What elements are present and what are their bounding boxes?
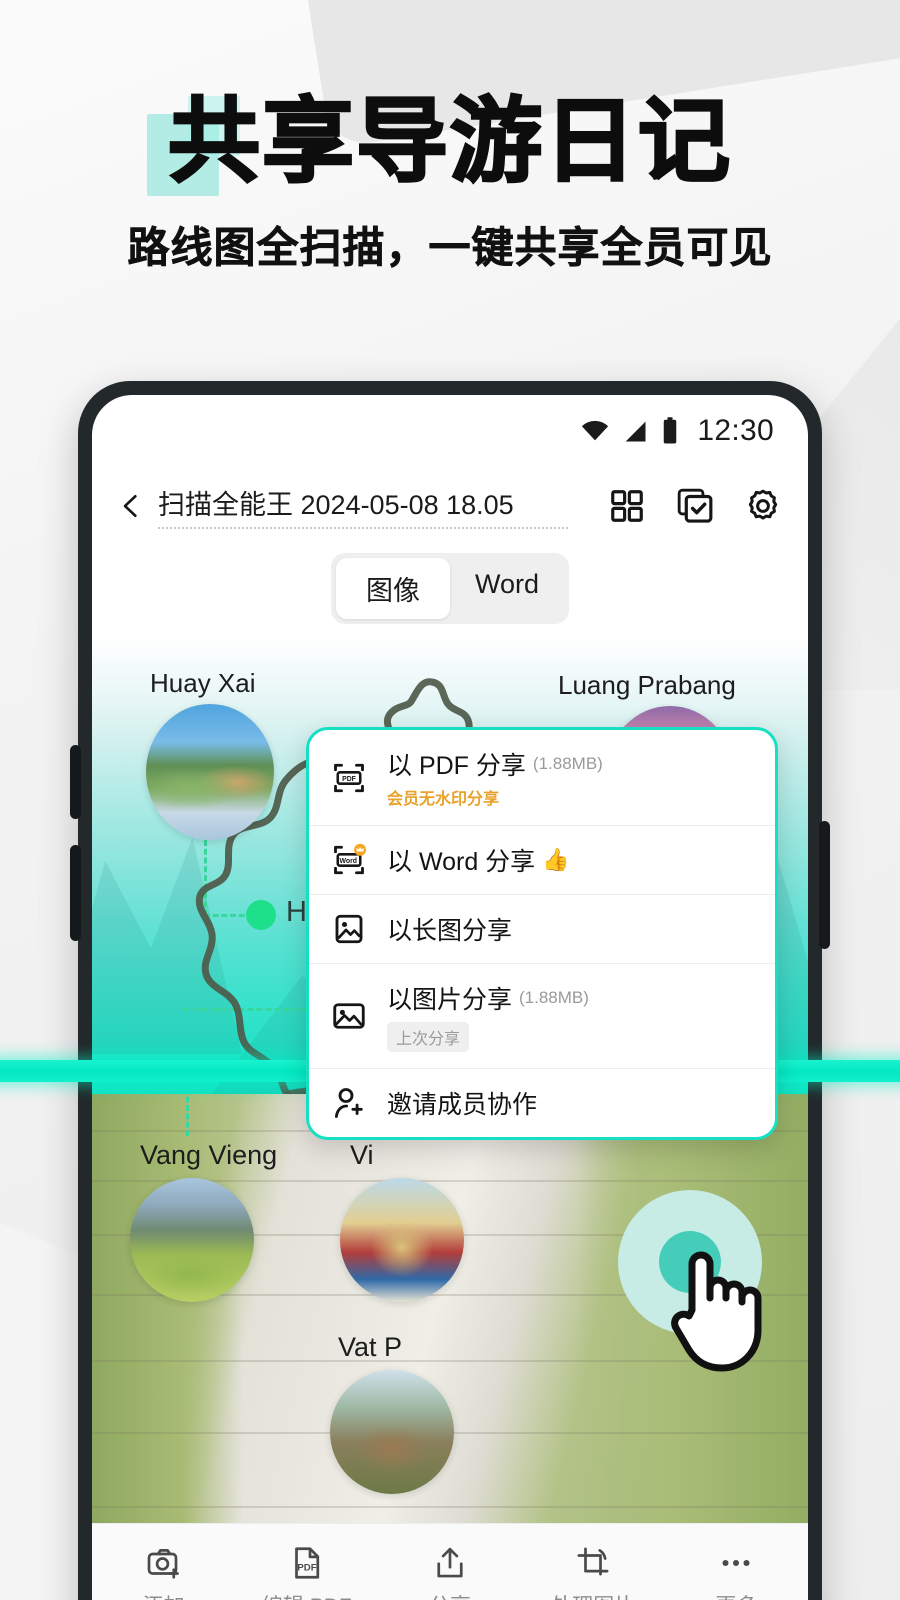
bubble-label-huay-xai: Huay Xai (150, 668, 256, 698)
share-pdf-icon: PDF (334, 763, 364, 792)
signal-icon (626, 421, 646, 442)
toolbar-item-process-image[interactable]: 处理图片 (522, 1545, 665, 1600)
share-option-image-title: 以图片分享 (387, 986, 513, 1014)
power-button[interactable] (819, 821, 830, 949)
connector-vang-vieng-photo (186, 1094, 189, 1136)
vat-phou-ruins-photo (330, 1370, 454, 1494)
add-camera-icon (147, 1549, 179, 1579)
share-menu[interactable]: PDF 以 PDF 分享 (1.88MB) 会员无水印分享 Word 以 Wor… (306, 727, 778, 1140)
svg-text:Word: Word (340, 858, 357, 865)
share-option-long-image-title-row: 以长图分享 (387, 911, 753, 947)
share-long-image-icon (335, 914, 363, 944)
volume-down-button[interactable] (70, 845, 81, 941)
vang-vieng-karst-photo (130, 1178, 254, 1302)
battery-icon (664, 417, 677, 444)
bubble-photo-vat-phou[interactable] (330, 1370, 454, 1494)
bubble-photo-vang-vieng[interactable] (130, 1178, 254, 1302)
status-bar: 12:30 (92, 395, 808, 467)
tab-image[interactable]: 图像 (336, 558, 450, 619)
crop-rotate-icon (577, 1547, 609, 1576)
bubble-photo-huay-xai[interactable] (146, 704, 274, 840)
toolbar-label-share: 分享 (429, 1590, 471, 1600)
share-option-pdf-size: (1.88MB) (532, 754, 603, 773)
bubble-label-vat-phou: Vat P (338, 1332, 403, 1362)
share-option-image-title-row: 以图片分享 (1.88MB) (387, 980, 753, 1016)
back-chevron-icon[interactable] (118, 493, 144, 519)
hand-cursor-icon (671, 1251, 762, 1372)
promo-headline: 共享导游日记 (167, 91, 732, 193)
invite-member-icon (334, 1088, 363, 1118)
toolbar-label-edit-pdf: 编辑 PDF (262, 1590, 352, 1600)
vientiane-monument-photo (340, 1178, 464, 1302)
share-option-invite-text: 邀请成员协作 (387, 1085, 753, 1121)
share-option-invite-title: 邀请成员协作 (387, 1091, 538, 1119)
document-title[interactable]: 扫描全能王 2024-05-08 18.05 (158, 483, 568, 529)
huay-xai-riverside-photo (146, 704, 274, 840)
share-option-image-size: (1.88MB) (519, 988, 589, 1007)
toolbar-label-more: 更多 (715, 1590, 757, 1600)
volume-up-button[interactable] (70, 745, 81, 819)
share-option-image-text: 以图片分享 (1.88MB) 上次分享 (387, 980, 753, 1052)
share-option-invite-title-row: 邀请成员协作 (387, 1085, 753, 1121)
toolbar-item-edit-pdf[interactable]: PDF 编辑 PDF (235, 1545, 378, 1600)
multi-select-icon[interactable] (676, 487, 714, 525)
share-option-long-image[interactable]: 以长图分享 (309, 895, 775, 964)
tab-word[interactable]: Word (450, 558, 564, 619)
bubble-label-luang-prabang: Luang Prabang (558, 670, 736, 700)
view-mode-segment[interactable]: 图像 Word (331, 553, 569, 624)
boardwalk-plank (92, 1506, 808, 1508)
share-upload-icon (437, 1547, 463, 1578)
share-option-long-image-text: 以长图分享 (387, 911, 753, 947)
grid-view-icon[interactable] (608, 487, 646, 525)
toolbar-item-share[interactable]: 分享 (378, 1545, 521, 1600)
status-bar-time: 12:30 (697, 414, 774, 447)
share-option-pdf-subtitle: 会员无水印分享 (387, 791, 500, 808)
toolbar-item-add[interactable]: 添加 (92, 1545, 235, 1600)
share-option-word-title: 以 Word 分享 (387, 848, 536, 876)
map-dot-huay-xai[interactable] (246, 900, 276, 930)
toolbar-label-add: 添加 (143, 1590, 185, 1600)
wifi-icon (582, 420, 609, 441)
settings-gear-icon[interactable] (744, 487, 782, 525)
toolbar-label-process-image: 处理图片 (551, 1590, 635, 1600)
share-option-word[interactable]: Word 以 Word 分享 👍 (309, 826, 775, 895)
share-option-invite[interactable]: 邀请成员协作 (309, 1069, 775, 1137)
share-option-word-title-row: 以 Word 分享 👍 (387, 842, 753, 878)
share-option-long-image-title: 以长图分享 (387, 917, 513, 945)
bubble-label-vang-vieng: Vang Vieng (140, 1140, 278, 1170)
view-mode-segment-wrap: 图像 Word (92, 545, 808, 638)
share-option-pdf-title-row: 以 PDF 分享 (1.88MB) (387, 746, 753, 782)
share-option-pdf-text: 以 PDF 分享 (1.88MB) 会员无水印分享 (387, 746, 753, 809)
app-header: 扫描全能王 2024-05-08 18.05 (92, 467, 808, 545)
more-dots-icon (722, 1560, 750, 1566)
share-option-pdf-title: 以 PDF 分享 (387, 752, 526, 780)
svg-text:PDF: PDF (342, 775, 356, 782)
share-image-icon (333, 1003, 365, 1029)
promo-headline-block: 共享导游日记 路线图全扫描，一键共享全员可见 (0, 91, 900, 275)
share-option-pdf[interactable]: PDF 以 PDF 分享 (1.88MB) 会员无水印分享 (309, 730, 775, 826)
thumbs-up-icon: 👍 (542, 847, 570, 872)
edit-pdf-icon: PDF (294, 1547, 319, 1579)
promo-subheadline: 路线图全扫描，一键共享全员可见 (127, 224, 773, 272)
share-word-icon: Word (334, 843, 367, 875)
bubble-photo-vientiane[interactable] (340, 1178, 464, 1302)
share-option-image[interactable]: 以图片分享 (1.88MB) 上次分享 (309, 964, 775, 1069)
last-shared-badge: 上次分享 (387, 1022, 470, 1052)
bubble-label-vientiane: Vi (350, 1140, 374, 1170)
svg-text:PDF: PDF (297, 1563, 316, 1574)
toolbar-item-more[interactable]: 更多 (665, 1545, 808, 1600)
bottom-toolbar[interactable]: 添加 PDF 编辑 PDF 分享 (92, 1523, 808, 1600)
share-option-word-text: 以 Word 分享 👍 (387, 842, 753, 878)
